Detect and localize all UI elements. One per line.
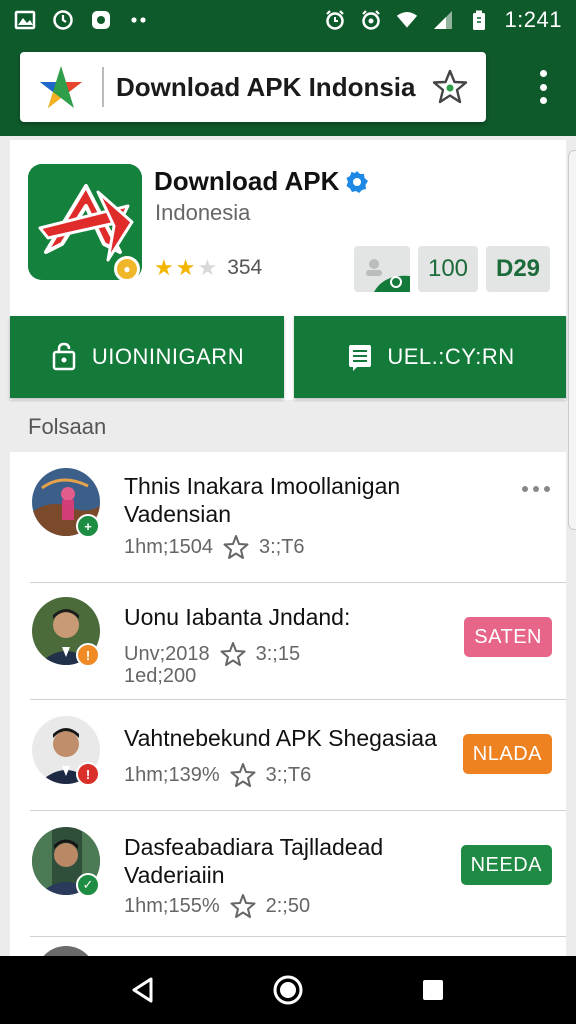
divider xyxy=(102,67,104,107)
section-label: Folsaan xyxy=(28,414,107,439)
item-meta: 1hm;155% 2:;50 xyxy=(124,893,310,919)
verified-icon xyxy=(345,170,369,194)
list-item[interactable]: ! Vahtnebekund APK Shegasiaa 1hm;139% 3:… xyxy=(10,700,566,810)
document-icon xyxy=(349,345,372,371)
badge-alert-icon: ! xyxy=(76,762,100,786)
item-meta-text: 1hm;139% xyxy=(124,763,220,786)
recents-icon[interactable] xyxy=(416,973,450,1007)
divider xyxy=(30,936,566,937)
app-bar-title: Download APK Indonsia xyxy=(116,71,416,102)
item-meta: 1hm;139% 3:;T6 xyxy=(124,762,311,788)
settings-icon xyxy=(90,9,112,31)
list-item[interactable]: ! Uonu Iabanta Jndand: Unv;2018 3:;15 1e… xyxy=(10,583,566,699)
lock-icon xyxy=(52,342,76,371)
item-title-line1: Vahtnebekund APK Shegasiaa xyxy=(124,725,437,751)
star-outline-icon xyxy=(230,894,256,918)
star-filled-icon: ★ xyxy=(175,255,196,280)
status-time: 1:241 xyxy=(504,7,562,32)
navigation-bar xyxy=(0,956,576,1024)
gallery-icon xyxy=(14,9,36,31)
item-meta-text: Unv;2018 xyxy=(124,642,210,665)
badge-plus-icon: + xyxy=(76,514,100,538)
item-meta: 1hm;1504 3:;T6 xyxy=(124,534,305,560)
screenshot-chip[interactable] xyxy=(354,246,410,292)
item-meta-text: 1hm;1504 xyxy=(124,535,213,558)
install-button-label: UIONINIGARN xyxy=(91,344,245,369)
item-rating: 3:;T6 xyxy=(265,763,312,786)
app-header-card: ● Download APK Indonesia ★ ★ ★ 354 100 D… xyxy=(10,140,566,400)
signal-icon xyxy=(432,9,454,31)
stat-100: 100 xyxy=(418,246,478,292)
avatar xyxy=(36,946,96,956)
details-button[interactable]: UEL.:CY:RN xyxy=(294,316,566,398)
badge-info-icon: ! xyxy=(76,643,100,667)
status-badge[interactable]: NEEDA xyxy=(460,845,552,885)
star-outline-icon xyxy=(220,642,246,666)
item-meta: Unv;2018 3:;15 xyxy=(124,641,300,667)
home-icon[interactable] xyxy=(271,973,305,1007)
title-box[interactable]: Download APK Indonsia xyxy=(20,52,486,122)
status-bar: 1:241 xyxy=(0,0,576,40)
rating-count: 354 xyxy=(227,256,263,279)
item-title: Vahtnebekund APK Shegasiaa xyxy=(124,724,437,752)
item-title-line1: Uonu Iabanta Jndand: xyxy=(124,604,351,630)
apk-logo-icon xyxy=(36,62,86,112)
status-badge[interactable]: SATEN xyxy=(464,617,552,657)
star-empty-icon: ★ xyxy=(197,255,218,280)
scrollbar[interactable] xyxy=(568,150,576,530)
app-name: Download APK xyxy=(154,166,369,197)
star-outline-icon[interactable] xyxy=(430,67,470,107)
item-rating: 3:;T6 xyxy=(258,535,305,558)
star-outline-icon xyxy=(230,763,256,787)
more-notifications-icon xyxy=(128,9,150,31)
badge-verified-icon: ✓ xyxy=(76,873,100,897)
install-button[interactable]: UIONINIGARN xyxy=(10,316,284,398)
review-list: + Thnis Inakara Imoollanigan Vadensian 1… xyxy=(10,452,566,956)
app-developer: Indonesia xyxy=(155,200,251,225)
item-title: Uonu Iabanta Jndand: xyxy=(124,603,350,631)
more-options-icon[interactable] xyxy=(522,486,550,492)
back-icon[interactable] xyxy=(126,973,160,1007)
stat-d29: D29 xyxy=(486,246,550,292)
item-meta-text: 1hm;155% xyxy=(124,894,220,917)
item-title-line1: Dasfeabadiara Tajlladead xyxy=(124,834,384,860)
rating: ★ ★ ★ 354 xyxy=(154,256,262,280)
alarm-icon xyxy=(324,9,346,31)
app-name-text: Download APK xyxy=(154,166,340,196)
app-badge-icon: ● xyxy=(114,256,140,282)
item-title: Dasfeabadiara Tajlladead Vaderiaiin xyxy=(124,833,383,889)
list-item[interactable]: ✓ Dasfeabadiara Tajlladead Vaderiaiin 1h… xyxy=(10,811,566,936)
star-filled-icon: ★ xyxy=(154,255,174,280)
clock-icon xyxy=(52,9,74,31)
item-title-line2: Vaderiaiin xyxy=(124,862,225,888)
item-title-line2: Vadensian xyxy=(124,501,231,527)
item-title: Thnis Inakara Imoollanigan Vadensian xyxy=(124,472,400,528)
list-item[interactable]: + Thnis Inakara Imoollanigan Vadensian 1… xyxy=(10,452,566,582)
item-title-line1: Thnis Inakara Imoollanigan xyxy=(124,473,401,499)
details-button-label: UEL.:CY:RN xyxy=(387,344,515,369)
item-rating: 2:;50 xyxy=(265,894,311,917)
item-rating: 3:;15 xyxy=(255,642,301,665)
wifi-icon xyxy=(396,9,418,31)
item-meta-secondary: 1ed;200 xyxy=(124,665,197,687)
app-bar: Download APK Indonsia xyxy=(0,40,576,136)
status-badge[interactable]: NLADA xyxy=(462,734,552,774)
star-outline-icon xyxy=(223,535,249,559)
alarm-icon xyxy=(360,9,382,31)
battery-icon xyxy=(468,9,490,31)
overflow-menu-icon[interactable] xyxy=(538,70,548,104)
